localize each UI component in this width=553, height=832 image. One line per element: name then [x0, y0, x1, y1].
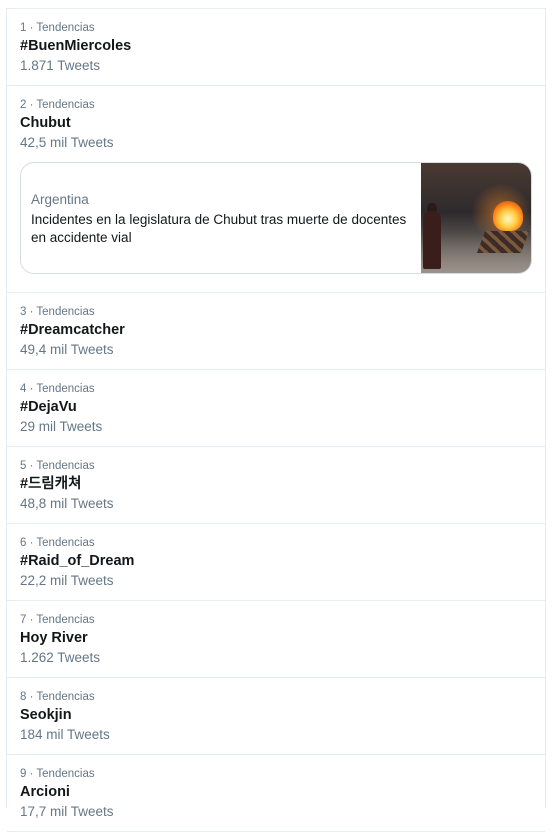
thumbnail-person: [423, 211, 441, 269]
trend-tweet-count: 48,8 mil Tweets: [20, 496, 114, 511]
trend-item[interactable]: 8 · Tendencias Seokjin 184 mil Tweets: [7, 678, 545, 755]
trend-rank: 8 · Tendencias: [20, 691, 95, 703]
trend-tweet-count: 1.262 Tweets: [20, 650, 101, 665]
trend-tweet-count: 29 mil Tweets: [20, 419, 103, 434]
trend-name: #드림캐쳐: [20, 476, 82, 492]
thumbnail-fire: [493, 201, 523, 231]
trend-rank: 2 · Tendencias: [20, 99, 95, 111]
news-card[interactable]: Argentina Incidentes en la legislatura d…: [20, 162, 532, 274]
trend-item[interactable]: 5 · Tendencias #드림캐쳐 48,8 mil Tweets: [7, 447, 545, 524]
trend-name: #Dreamcatcher: [20, 322, 125, 338]
news-card-thumbnail: [421, 163, 531, 273]
trend-rank: 1 · Tendencias: [20, 22, 95, 34]
trend-tweet-count: 17,7 mil Tweets: [20, 804, 114, 819]
trend-item[interactable]: 6 · Tendencias #Raid_of_Dream 22,2 mil T…: [7, 524, 545, 601]
trend-item[interactable]: 3 · Tendencias #Dreamcatcher 49,4 mil Tw…: [7, 293, 545, 370]
trend-name: Hoy River: [20, 630, 88, 646]
trend-name: Seokjin: [20, 707, 72, 723]
trend-name: Arcioni: [20, 784, 70, 800]
trend-item[interactable]: 4 · Tendencias #DejaVu 29 mil Tweets: [7, 370, 545, 447]
trend-name: #Raid_of_Dream: [20, 553, 135, 569]
news-card-headline: Incidentes en la legislatura de Chubut t…: [31, 212, 407, 245]
trend-rank: 6 · Tendencias: [20, 537, 95, 549]
trend-tweet-count: 22,2 mil Tweets: [20, 573, 114, 588]
trend-item[interactable]: 9 · Tendencias Arcioni 17,7 mil Tweets: [7, 755, 545, 832]
trend-item[interactable]: 1 · Tendencias #BuenMiercoles 1.871 Twee…: [7, 9, 545, 86]
trend-name: Chubut: [20, 115, 71, 131]
trend-rank: 7 · Tendencias: [20, 614, 95, 626]
trend-rank: 5 · Tendencias: [20, 460, 95, 472]
thumbnail-debris: [476, 231, 530, 253]
trends-list: 1 · Tendencias #BuenMiercoles 1.871 Twee…: [6, 8, 546, 832]
trend-tweet-count: 49,4 mil Tweets: [20, 342, 114, 357]
trend-item[interactable]: 7 · Tendencias Hoy River 1.262 Tweets: [7, 601, 545, 678]
trend-name: #BuenMiercoles: [20, 38, 132, 54]
news-card-category: Argentina: [31, 192, 89, 207]
trend-rank: 4 · Tendencias: [20, 383, 95, 395]
trend-item[interactable]: 2 · Tendencias Chubut 42,5 mil Tweets Ar…: [7, 86, 545, 293]
trend-rank: 9 · Tendencias: [20, 768, 95, 780]
trend-tweet-count: 184 mil Tweets: [20, 727, 110, 742]
trend-tweet-count: 1.871 Tweets: [20, 58, 101, 73]
trend-name: #DejaVu: [20, 399, 77, 415]
trend-rank: 3 · Tendencias: [20, 306, 95, 318]
news-card-text: Argentina Incidentes en la legislatura d…: [21, 163, 421, 273]
trend-tweet-count: 42,5 mil Tweets: [20, 135, 114, 150]
